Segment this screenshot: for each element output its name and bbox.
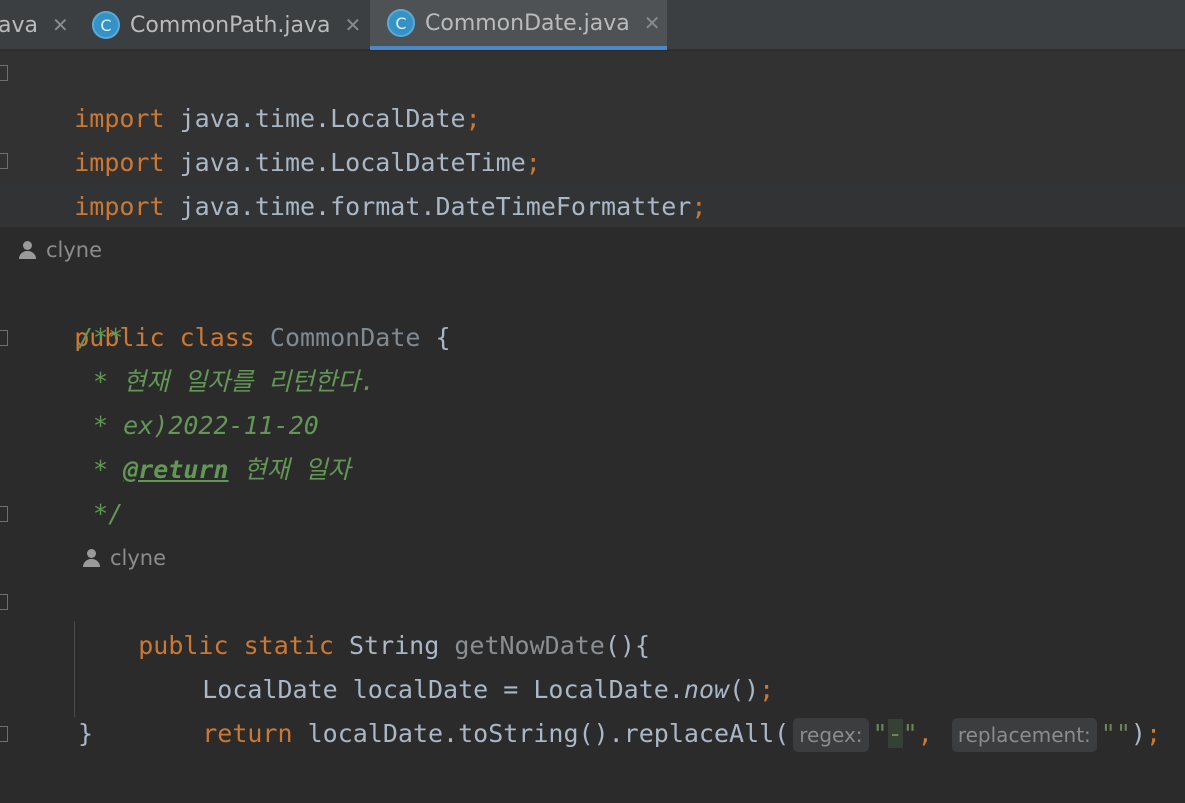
keyword: class: [179, 323, 255, 352]
code-line-localdate-now[interactable]: LocalDate localDate = LocalDate.now();: [142, 624, 774, 704]
doc-return-tag[interactable]: @return: [123, 455, 228, 484]
doc-prefix: *: [78, 455, 124, 484]
semicolon: ;: [691, 192, 707, 221]
import-path: java.time.format.DateTimeFormatter: [179, 192, 692, 221]
code-line-import-localdatetime[interactable]: import java.time.LocalDateTime;: [14, 97, 541, 177]
java-class-icon: C: [387, 9, 415, 37]
doc-comment-open[interactable]: /**: [78, 316, 123, 360]
tab-label: ava: [0, 12, 38, 38]
author-name: clyne: [46, 238, 103, 262]
tab-label: CommonPath.java: [130, 12, 331, 38]
comma: ,: [917, 719, 948, 748]
code-line-import-datetimeformatter[interactable]: import java.time.format.DateTimeFormatte…: [14, 141, 706, 221]
person-icon: [82, 548, 102, 568]
code-line-import-localdate[interactable]: import java.time.LocalDate;: [14, 53, 480, 133]
close-icon[interactable]: ✕: [52, 13, 69, 37]
empty-string-literal: "": [1100, 719, 1131, 748]
tab-partial-java-file[interactable]: ava ✕: [0, 0, 78, 50]
fold-marker-icon[interactable]: [0, 65, 8, 81]
semicolon: ;: [1145, 719, 1162, 748]
expression: localDate.toString().replaceAll(: [307, 719, 790, 748]
parameter-hint: regex:: [793, 718, 869, 752]
close-icon[interactable]: ✕: [345, 13, 362, 37]
code-line-return[interactable]: return localDate.toString().replaceAll(r…: [142, 668, 1161, 752]
tab-commonpath-java[interactable]: C CommonPath.java ✕: [80, 0, 370, 50]
code-author-hint[interactable]: clyne: [18, 232, 102, 268]
doc-comment-line[interactable]: * 현재 일자를 리턴한다.: [78, 360, 375, 404]
fold-marker-icon[interactable]: [0, 726, 8, 742]
string-quote: ": [872, 719, 888, 748]
code-editor[interactable]: import java.time.LocalDate; import java.…: [0, 51, 1185, 803]
fold-marker-icon[interactable]: [0, 330, 8, 346]
close-paren: ): [1130, 719, 1146, 748]
editor-tab-bar: ava ✕ C CommonPath.java ✕ C CommonDate.j…: [0, 0, 1185, 50]
class-name: CommonDate: [269, 323, 421, 352]
java-class-icon: C: [92, 11, 120, 39]
brace: {: [420, 323, 451, 352]
parameter-hint: replacement:: [951, 718, 1097, 752]
doc-comment-return-line[interactable]: * @return 현재 일자: [78, 448, 351, 492]
code-line-method-close[interactable]: }: [78, 712, 93, 756]
fold-marker-icon[interactable]: [0, 506, 8, 522]
close-icon[interactable]: ✕: [644, 11, 661, 35]
person-icon: [18, 240, 38, 260]
keyword: import: [74, 192, 165, 221]
indent-guide: [74, 621, 75, 717]
code-line-class-declaration[interactable]: public class CommonDate {: [14, 272, 450, 352]
fold-marker-icon[interactable]: [0, 594, 8, 610]
doc-comment-line[interactable]: * ex)2022-11-20: [78, 404, 319, 448]
doc-comment-close[interactable]: */: [78, 492, 123, 536]
fold-marker-icon[interactable]: [0, 153, 8, 169]
author-name: clyne: [110, 546, 167, 570]
keyword: return: [202, 719, 293, 748]
string-literal-dash: -: [887, 719, 903, 748]
tab-commondate-java[interactable]: C CommonDate.java ✕: [370, 0, 667, 50]
code-author-hint[interactable]: clyne: [82, 540, 166, 576]
string-quote: ": [902, 719, 918, 748]
code-line-method-declaration[interactable]: public static String getNowDate(){: [78, 580, 650, 660]
tab-label: CommonDate.java: [425, 10, 630, 36]
doc-return-text: 현재 일자: [228, 455, 351, 484]
